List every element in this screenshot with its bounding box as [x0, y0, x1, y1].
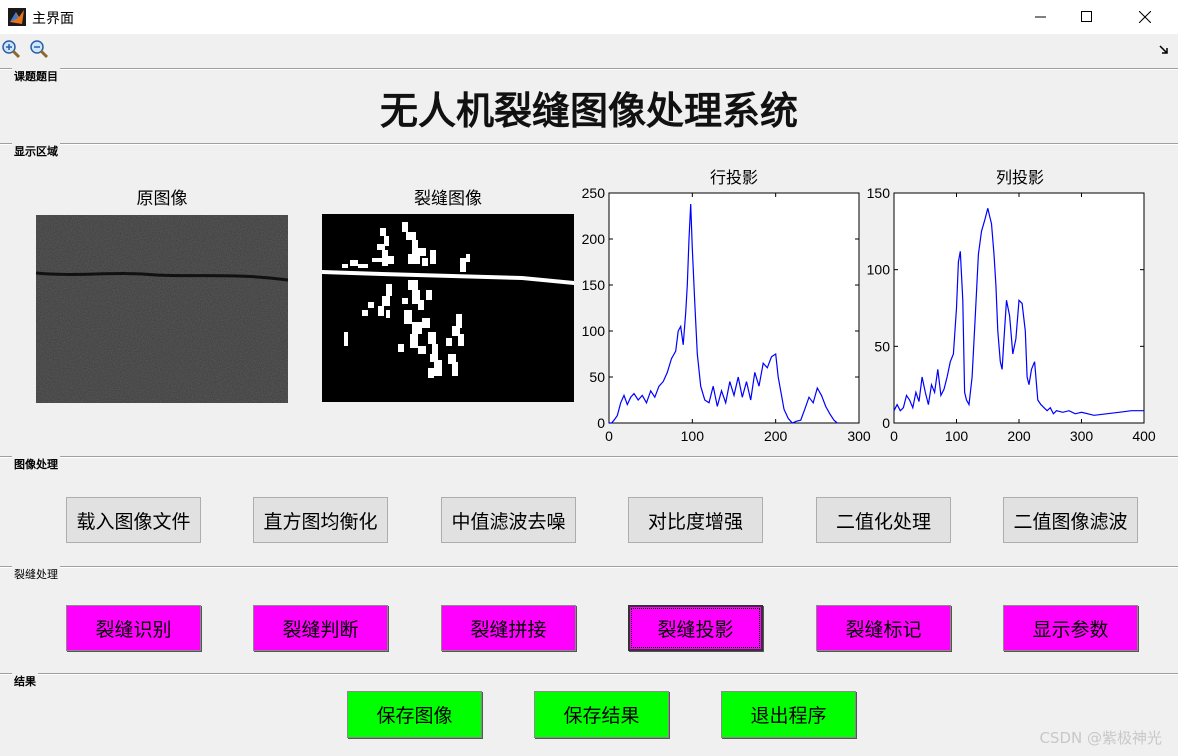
window-title: 主界面 [32, 11, 74, 27]
matlab-icon [8, 8, 26, 26]
row-projection-ytick-label: 0 [597, 415, 605, 431]
display-panel-label: 显示区域 [12, 143, 60, 159]
crack-projection-button[interactable]: 裂缝投影 [628, 605, 763, 651]
toolbar-expand-icon[interactable] [1158, 44, 1170, 56]
column-projection-ytick-label: 0 [882, 415, 890, 431]
save-image-button[interactable]: 保存图像 [347, 691, 482, 738]
crack-recognition-button[interactable]: 裂缝识别 [66, 605, 201, 651]
row-projection-xtick-label: 100 [681, 428, 705, 444]
column-projection-ytick-label: 50 [874, 338, 890, 354]
median-filter-button[interactable]: 中值滤波去噪 [441, 497, 576, 543]
crack-stitching-button[interactable]: 裂缝拼接 [441, 605, 576, 651]
row-projection-plot: 0501001502002500 100 200 300 [582, 185, 871, 444]
row-projection-ytick-label: 50 [589, 369, 605, 385]
binary-filter-button[interactable]: 二值图像滤波 [1003, 497, 1138, 543]
exit-program-button[interactable]: 退出程序 [721, 691, 856, 738]
image-processing-panel-border [0, 456, 1178, 458]
histogram-equalization-button[interactable]: 直方图均衡化 [253, 497, 388, 543]
row-projection-ytick-label: 200 [582, 231, 606, 247]
zoom-out-icon[interactable] [28, 38, 50, 60]
minimize-icon [1035, 16, 1046, 18]
load-image-button[interactable]: 载入图像文件 [66, 497, 201, 543]
column-projection-plot: 0 50 100 150 0 100 200 300 400 [867, 185, 1156, 444]
maximize-icon [1081, 11, 1092, 22]
zoom-in-icon[interactable] [0, 38, 22, 60]
image-processing-panel-label: 图像处理 [12, 456, 60, 472]
crack-judgment-button[interactable]: 裂缝判断 [253, 605, 388, 651]
topic-panel-border [0, 68, 1178, 70]
crack-marking-button[interactable]: 裂缝标记 [816, 605, 951, 651]
csdn-watermark: CSDN @紫极神光 [1039, 729, 1162, 747]
column-projection-xtick-label: 200 [1007, 428, 1031, 444]
maximize-button[interactable] [1064, 0, 1110, 34]
column-projection-xtick-label: 400 [1132, 428, 1156, 444]
display-panel-border [0, 143, 1178, 145]
column-projection-ytick-label: 100 [867, 262, 891, 278]
toolbar [0, 34, 1178, 64]
row-projection-ytick-label: 150 [582, 277, 606, 293]
window-titlebar: 主界面 [0, 0, 1178, 34]
crack-image [322, 214, 574, 402]
column-projection-xtick-label: 0 [890, 428, 898, 444]
row-projection-ytick-label: 250 [582, 185, 606, 201]
original-image [36, 215, 288, 403]
show-parameters-button[interactable]: 显示参数 [1003, 605, 1138, 651]
row-projection-axes-box [608, 192, 860, 424]
result-panel-label: 结果 [12, 673, 38, 689]
crack-image-title: 裂缝图像 [414, 189, 482, 209]
save-result-button[interactable]: 保存结果 [534, 691, 669, 738]
row-projection-ytick-label: 100 [582, 323, 606, 339]
system-title: 无人机裂缝图像处理系统 [379, 88, 798, 133]
row-projection-xtick-label: 0 [605, 428, 613, 444]
column-projection-xtick-label: 100 [945, 428, 969, 444]
crack-processing-panel-label: 裂缝处理 [12, 566, 60, 582]
column-projection-xtick-label: 300 [1070, 428, 1094, 444]
result-panel-border [0, 673, 1178, 675]
row-projection-xtick-label: 200 [764, 428, 788, 444]
binarize-button[interactable]: 二值化处理 [816, 497, 951, 543]
minimize-button[interactable] [1018, 0, 1064, 34]
close-icon [1139, 11, 1151, 23]
column-projection-ytick-label: 150 [867, 185, 891, 201]
close-button[interactable] [1122, 0, 1168, 34]
crack-processing-panel-border [0, 566, 1178, 568]
contrast-enhance-button[interactable]: 对比度增强 [628, 497, 763, 543]
original-image-title: 原图像 [136, 189, 188, 209]
